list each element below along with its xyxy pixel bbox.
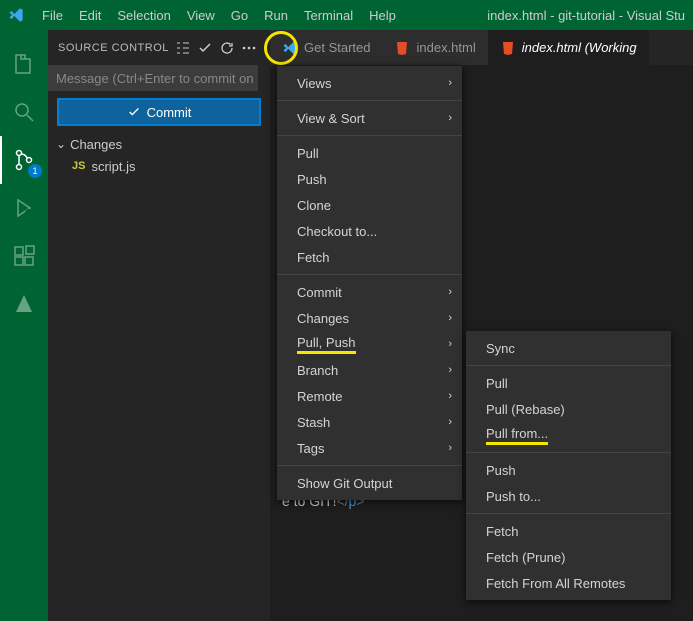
changes-label: Changes bbox=[70, 137, 122, 152]
title-bar: File Edit Selection View Go Run Terminal… bbox=[0, 0, 693, 30]
menu-stash[interactable]: Stash› bbox=[277, 409, 462, 435]
tab-get-started[interactable]: Get Started bbox=[270, 30, 382, 65]
menu-pull[interactable]: Pull bbox=[277, 140, 462, 166]
file-name: script.js bbox=[91, 159, 135, 174]
chevron-down-icon: ⌄ bbox=[56, 137, 66, 151]
submenu-sync[interactable]: Sync bbox=[466, 335, 671, 361]
submenu-pull-from[interactable]: Pull from... bbox=[466, 422, 671, 448]
vscode-logo-icon bbox=[8, 7, 24, 23]
submenu-fetch-prune[interactable]: Fetch (Prune) bbox=[466, 544, 671, 570]
editor-tabs: Get Started index.html index.html (Worki… bbox=[270, 30, 693, 65]
menu-show-git-output[interactable]: Show Git Output bbox=[277, 470, 462, 496]
html-file-icon bbox=[500, 40, 516, 56]
menu-tags[interactable]: Tags› bbox=[277, 435, 462, 461]
menu-checkout[interactable]: Checkout to... bbox=[277, 218, 462, 244]
tab-index-html[interactable]: index.html bbox=[382, 30, 487, 65]
extensions-icon[interactable] bbox=[0, 232, 48, 280]
check-icon[interactable] bbox=[194, 37, 216, 59]
menu-terminal[interactable]: Terminal bbox=[296, 4, 361, 27]
commit-button-label: Commit bbox=[147, 105, 192, 120]
run-debug-icon[interactable] bbox=[0, 184, 48, 232]
menu-go[interactable]: Go bbox=[223, 4, 256, 27]
source-control-icon[interactable]: 1 bbox=[0, 136, 48, 184]
activity-bar: 1 bbox=[0, 30, 48, 621]
search-icon[interactable] bbox=[0, 88, 48, 136]
submenu-pull[interactable]: Pull bbox=[466, 370, 671, 396]
html-file-icon bbox=[394, 40, 410, 56]
menu-view[interactable]: View bbox=[179, 4, 223, 27]
tab-label: index.html bbox=[416, 40, 475, 55]
menu-file[interactable]: File bbox=[34, 4, 71, 27]
azure-icon[interactable] bbox=[0, 280, 48, 328]
menu-help[interactable]: Help bbox=[361, 4, 404, 27]
js-file-icon: JS bbox=[72, 160, 85, 172]
menu-edit[interactable]: Edit bbox=[71, 4, 109, 27]
vscode-icon bbox=[282, 40, 298, 56]
sidebar-title: SOURCE CONTROL bbox=[58, 42, 169, 54]
explorer-icon[interactable] bbox=[0, 40, 48, 88]
menu-clone[interactable]: Clone bbox=[277, 192, 462, 218]
menu-views[interactable]: Views› bbox=[277, 70, 462, 96]
sidebar-header: SOURCE CONTROL bbox=[48, 30, 270, 65]
menu-push[interactable]: Push bbox=[277, 166, 462, 192]
commit-message-input[interactable]: Message (Ctrl+Enter to commit on bbox=[48, 65, 258, 91]
changes-section[interactable]: ⌄ Changes bbox=[48, 133, 270, 155]
submenu-push-to[interactable]: Push to... bbox=[466, 483, 671, 509]
submenu-fetch[interactable]: Fetch bbox=[466, 518, 671, 544]
menu-view-sort[interactable]: View & Sort› bbox=[277, 105, 462, 131]
more-icon[interactable] bbox=[238, 37, 260, 59]
tab-index-html-working[interactable]: index.html (Working bbox=[488, 30, 649, 65]
submenu-fetch-all[interactable]: Fetch From All Remotes bbox=[466, 570, 671, 596]
changed-file-row[interactable]: JS script.js bbox=[48, 155, 270, 177]
menu-fetch[interactable]: Fetch bbox=[277, 244, 462, 270]
menu-changes[interactable]: Changes› bbox=[277, 305, 462, 331]
refresh-icon[interactable] bbox=[216, 37, 238, 59]
scm-more-menu: Views› View & Sort› Pull Push Clone Chec… bbox=[277, 66, 462, 500]
tree-view-icon[interactable] bbox=[172, 37, 194, 59]
menu-selection[interactable]: Selection bbox=[109, 4, 178, 27]
submenu-push[interactable]: Push bbox=[466, 457, 671, 483]
scm-badge: 1 bbox=[28, 164, 42, 178]
menu-branch[interactable]: Branch› bbox=[277, 357, 462, 383]
source-control-sidebar: SOURCE CONTROL Message (Ctrl+Enter to co… bbox=[48, 30, 270, 621]
tab-label: index.html (Working bbox=[522, 40, 637, 55]
tab-label: Get Started bbox=[304, 40, 370, 55]
menu-commit[interactable]: Commit› bbox=[277, 279, 462, 305]
window-title: index.html - git-tutorial - Visual Stu bbox=[487, 8, 685, 23]
pull-push-submenu: Sync Pull Pull (Rebase) Pull from... Pus… bbox=[466, 331, 671, 600]
submenu-pull-rebase[interactable]: Pull (Rebase) bbox=[466, 396, 671, 422]
menu-pull-push[interactable]: Pull, Push› bbox=[277, 331, 462, 357]
menu-remote[interactable]: Remote› bbox=[277, 383, 462, 409]
commit-button[interactable]: Commit bbox=[58, 99, 260, 125]
menu-run[interactable]: Run bbox=[256, 4, 296, 27]
